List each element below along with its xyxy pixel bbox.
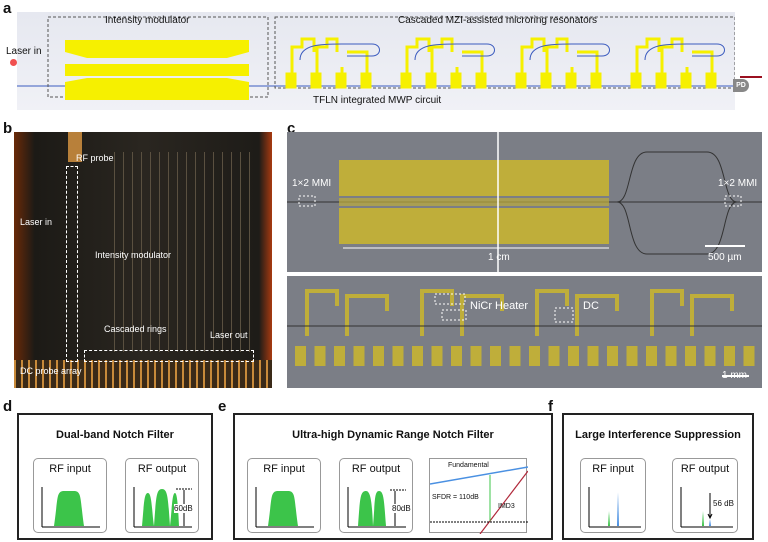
laser-in-label: Laser in: [6, 46, 42, 57]
depth-label: 80dB: [392, 504, 411, 513]
panel-label-b: b: [3, 120, 13, 137]
intensity-modulator-label-b: Intensity modulator: [95, 250, 172, 260]
scale-bottom-label: 1 mm: [722, 370, 747, 381]
panel-label-d: d: [3, 398, 13, 415]
rf-output-plot: RF output 56 dB: [672, 458, 738, 533]
photodetector-icon: PD: [733, 79, 749, 92]
laser-in-label-b: Laser in: [20, 217, 53, 227]
panel-label-a: a: [3, 0, 12, 17]
interference-panel: Large Interference Suppression RF input …: [562, 413, 754, 540]
rf-input-plot: RF input: [33, 458, 107, 533]
rf-output-plot: RF output 60dB: [125, 458, 199, 533]
intensity-modulator-label: Intensity modulator: [105, 15, 190, 26]
modulator-micrograph: [287, 132, 762, 272]
chip-photo: [14, 132, 272, 388]
panel-label-e: e: [218, 398, 227, 415]
mmi-right-label: 1×2 MMI: [718, 178, 758, 189]
rf-output-plot: RF output 80dB: [339, 458, 413, 533]
dc-probe-label: DC probe array: [20, 366, 82, 376]
output-fiber: [740, 76, 762, 78]
depth-label: 60dB: [174, 504, 193, 513]
heater-label: NiCr Heater: [470, 300, 529, 312]
suppression-label: 56 dB: [713, 499, 734, 508]
dc-label: DC: [583, 300, 599, 312]
ring-micrograph: [287, 276, 762, 388]
cascaded-rings-label: Cascaded rings: [104, 324, 167, 334]
laser-out-label: Laser out: [210, 330, 248, 340]
laser-icon: [10, 59, 17, 66]
microring-units: [285, 37, 725, 89]
mmi-left-label: 1×2 MMI: [292, 178, 332, 189]
circuit-label: TFLN integrated MWP circuit: [313, 95, 442, 106]
dynamic-range-panel: Ultra-high Dynamic Range Notch Filter RF…: [233, 413, 553, 540]
fundamental-label: Fundamental: [448, 462, 489, 469]
panel-title: Ultra-high Dynamic Range Notch Filter: [292, 429, 494, 441]
panel-title: Dual-band Notch Filter: [56, 429, 174, 441]
length-label: 1 cm: [488, 252, 510, 263]
cascaded-label: Cascaded MZI-assisted microring resonato…: [398, 15, 597, 26]
rf-input-plot: RF input: [247, 458, 321, 533]
rf-input-plot: RF input: [580, 458, 646, 533]
panel-label-f: f: [548, 398, 553, 415]
scale-top-label: 500 µm: [708, 252, 742, 263]
rf-probe-label: RF probe: [76, 153, 114, 163]
sfdr-label: SFDR = 110dB: [432, 494, 479, 501]
panel-title: Large Interference Suppression: [575, 429, 741, 441]
imd3-label: IMD3: [498, 503, 515, 510]
sfdr-plot: Fundamental SFDR = 110dB IMD3: [429, 458, 528, 534]
dual-band-notch-panel: Dual-band Notch Filter RF input RF outpu…: [17, 413, 213, 540]
